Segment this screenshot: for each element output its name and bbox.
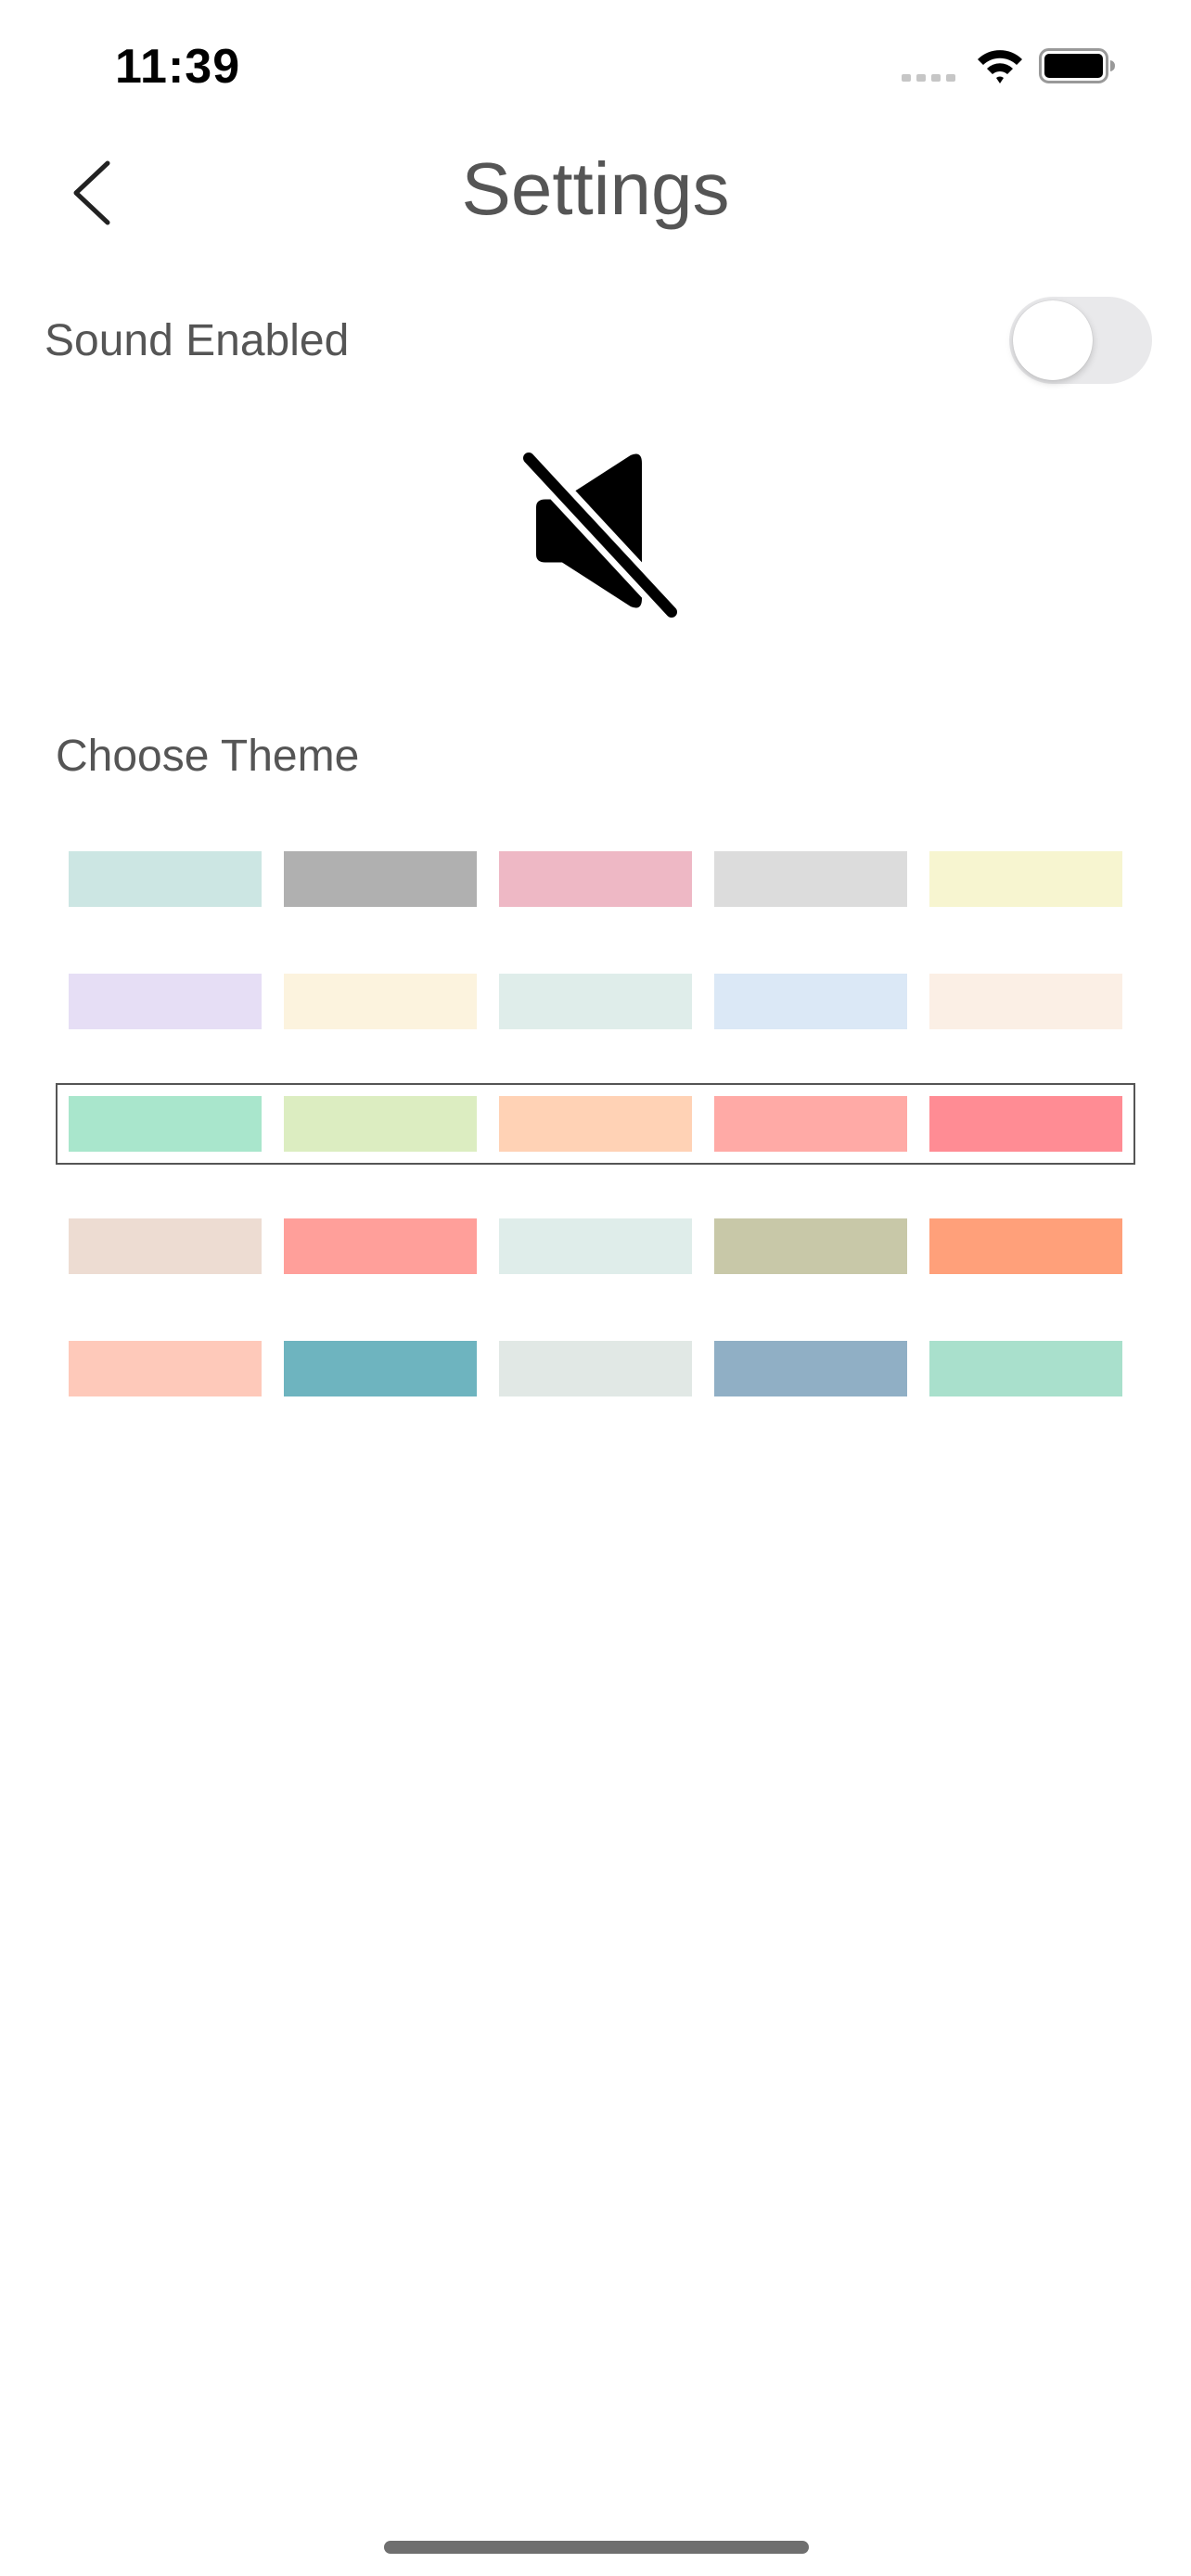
theme-swatch[interactable] <box>714 1341 907 1396</box>
theme-swatch[interactable] <box>499 974 692 1029</box>
theme-row <box>69 974 1122 1029</box>
theme-swatch[interactable] <box>69 1218 262 1274</box>
toggle-knob <box>1013 300 1093 380</box>
theme-swatch[interactable] <box>714 974 907 1029</box>
cellular-signal-icon <box>902 74 955 82</box>
sound-enabled-toggle[interactable] <box>1009 297 1152 384</box>
theme-swatch[interactable] <box>929 1218 1122 1274</box>
theme-row <box>69 851 1122 907</box>
theme-swatch[interactable] <box>284 974 477 1029</box>
theme-swatch[interactable] <box>69 1341 262 1396</box>
theme-swatch[interactable] <box>69 974 262 1029</box>
theme-swatch[interactable] <box>929 1341 1122 1396</box>
sound-enabled-label: Sound Enabled <box>45 316 350 365</box>
theme-swatch[interactable] <box>499 851 692 907</box>
theme-swatch[interactable] <box>284 851 477 907</box>
choose-theme-label: Choose Theme <box>56 732 360 781</box>
battery-full-icon <box>1039 48 1115 83</box>
home-indicator <box>384 2541 809 2554</box>
theme-swatch[interactable] <box>499 1341 692 1396</box>
theme-row <box>69 1341 1122 1396</box>
wifi-icon <box>978 50 1022 83</box>
page-title: Settings <box>461 147 730 230</box>
speaker-muted-icon <box>517 446 684 623</box>
theme-swatch[interactable] <box>284 1096 477 1152</box>
theme-grid <box>56 851 1135 1463</box>
theme-swatch[interactable] <box>929 1096 1122 1152</box>
theme-swatch[interactable] <box>284 1341 477 1396</box>
theme-row <box>56 1083 1135 1165</box>
theme-swatch[interactable] <box>929 851 1122 907</box>
theme-row <box>69 1218 1122 1274</box>
theme-swatch[interactable] <box>69 851 262 907</box>
theme-swatch[interactable] <box>284 1218 477 1274</box>
theme-swatch[interactable] <box>714 1218 907 1274</box>
theme-swatch[interactable] <box>714 1096 907 1152</box>
theme-swatch[interactable] <box>499 1096 692 1152</box>
theme-swatch[interactable] <box>69 1096 262 1152</box>
theme-swatch[interactable] <box>499 1218 692 1274</box>
status-time: 11:39 <box>115 40 241 94</box>
theme-swatch[interactable] <box>714 851 907 907</box>
theme-swatch[interactable] <box>929 974 1122 1029</box>
